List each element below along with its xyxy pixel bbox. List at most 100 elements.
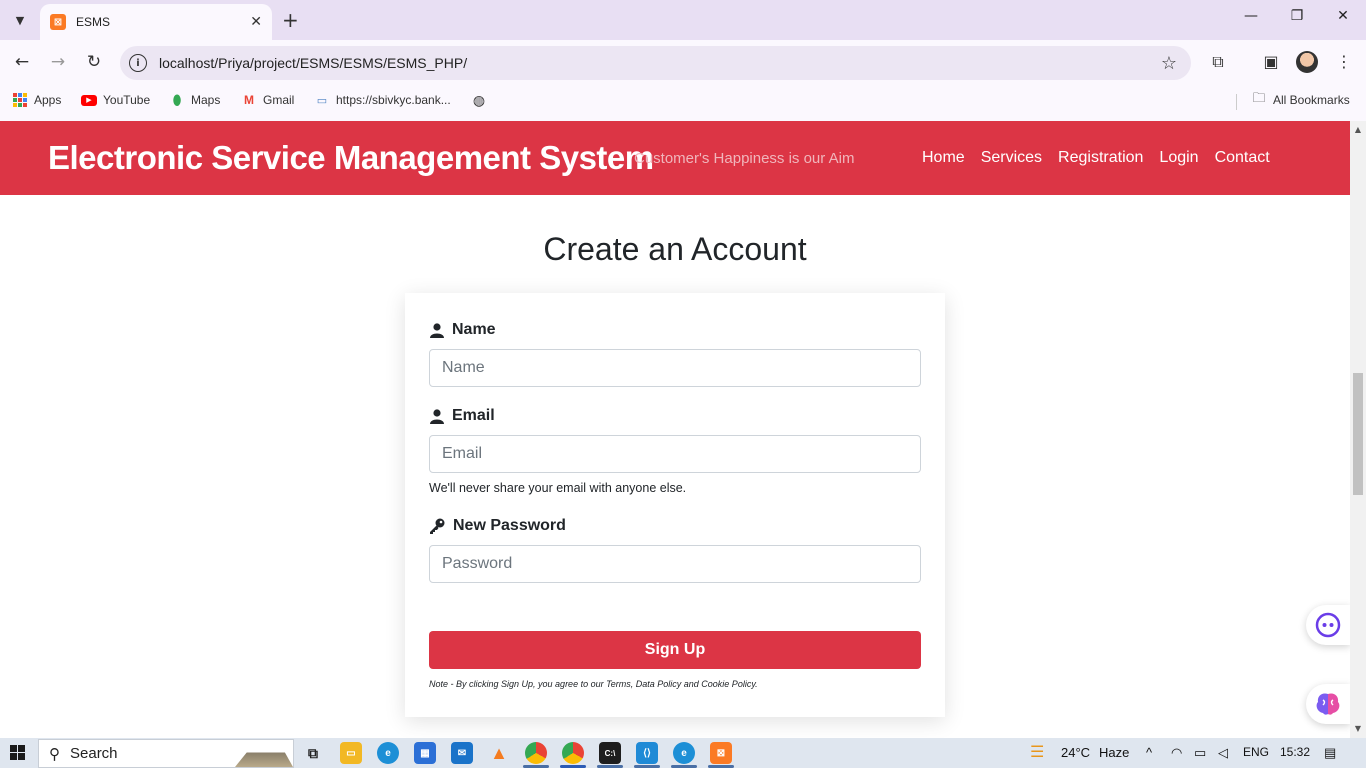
email-input[interactable]: [429, 435, 921, 473]
nav-registration[interactable]: Registration: [1058, 149, 1143, 167]
name-label: Name: [429, 321, 496, 339]
extensions-puzzle-icon[interactable]: ⧉: [1207, 52, 1229, 72]
edge-dev-icon[interactable]: e: [673, 742, 695, 764]
file-explorer-icon[interactable]: ▭: [340, 742, 362, 764]
microsoft-store-icon[interactable]: ▦: [414, 742, 436, 764]
clock-time[interactable]: 15:32: [1280, 745, 1310, 759]
edge-icon[interactable]: e: [377, 742, 399, 764]
browser-tab-strip: ▼ ⊠ ESMS ✕ + — ❐ ✕: [0, 0, 1366, 40]
bookmark-youtube[interactable]: ▶ YouTube: [81, 92, 150, 108]
temperature-text[interactable]: 24°C: [1061, 745, 1090, 760]
nav-home[interactable]: Home: [922, 149, 965, 167]
chrome-profile-icon[interactable]: [562, 742, 584, 764]
browser-toolbar: ← → ↻ i localhost/Priya/project/ESMS/ESM…: [0, 40, 1366, 86]
name-input[interactable]: [429, 349, 921, 387]
all-bookmarks[interactable]: 🗀 All Bookmarks: [1251, 90, 1350, 108]
minimize-icon[interactable]: —: [1228, 8, 1274, 24]
password-input[interactable]: [429, 545, 921, 583]
url-text[interactable]: localhost/Priya/project/ESMS/ESMS/ESMS_P…: [159, 55, 1161, 71]
back-arrow-icon[interactable]: ←: [10, 52, 34, 72]
web-page: Electronic Service Management System Cus…: [0, 121, 1350, 738]
reload-icon[interactable]: ↻: [82, 52, 106, 72]
bookmark-label: Maps: [191, 93, 221, 107]
bookmark-label: https://sbivkyc.bank...: [336, 93, 451, 107]
weather-haze-icon[interactable]: ☰: [1030, 742, 1044, 762]
youtube-icon: ▶: [81, 92, 97, 108]
bookmark-apps[interactable]: Apps: [12, 92, 61, 108]
scroll-up-arrow-icon[interactable]: ▲: [1350, 123, 1366, 137]
weather-text[interactable]: Haze: [1099, 745, 1129, 760]
email-label: Email: [429, 407, 495, 425]
terminal-icon[interactable]: C:\: [599, 742, 621, 764]
nav-services[interactable]: Services: [981, 149, 1042, 167]
tab-search-chevron-down-icon[interactable]: ▼: [8, 8, 32, 32]
notifications-icon[interactable]: ▤: [1324, 745, 1336, 761]
browser-divider: [0, 114, 1366, 121]
battery-icon[interactable]: ▭: [1194, 745, 1206, 761]
scroll-thumb[interactable]: [1353, 373, 1363, 495]
bookmark-label: Apps: [34, 93, 62, 107]
scroll-down-arrow-icon[interactable]: ▼: [1350, 722, 1366, 736]
signup-card: Name Email We'll never share your email …: [405, 293, 945, 717]
apps-grid-icon: [12, 92, 28, 108]
site-nav: Home Services Registration Login Contact: [922, 149, 1270, 167]
address-bar[interactable]: i localhost/Priya/project/ESMS/ESMS/ESMS…: [120, 46, 1191, 80]
close-window-icon[interactable]: ✕: [1320, 8, 1366, 24]
site-header: Electronic Service Management System Cus…: [0, 121, 1350, 195]
windows-taskbar: ⚲ Search ⧉ ▭ e ▦ ✉ ▲ C:\ ⟨⟩ e ⊠ ☰ 24°C H…: [0, 738, 1366, 768]
language-indicator[interactable]: ENG: [1243, 745, 1269, 759]
nav-contact[interactable]: Contact: [1215, 149, 1270, 167]
ai-brain-button[interactable]: [1306, 684, 1350, 724]
xampp-taskbar-icon[interactable]: ⊠: [710, 742, 732, 764]
bookmark-label: YouTube: [103, 93, 151, 107]
speaker-icon[interactable]: ◁: [1218, 745, 1228, 761]
brain-icon: [1316, 693, 1340, 715]
mail-icon[interactable]: ✉: [451, 742, 473, 764]
bookmarks-divider: [1236, 94, 1237, 110]
name-label-text: Name: [452, 321, 496, 338]
user-icon: [429, 408, 444, 424]
menu-kebab-icon[interactable]: ⋮: [1333, 52, 1355, 71]
bookmark-gmail[interactable]: M Gmail: [241, 92, 294, 108]
key-icon: [429, 518, 445, 534]
page-title: Create an Account: [543, 231, 807, 267]
nav-login[interactable]: Login: [1159, 149, 1198, 167]
browser-tab[interactable]: ⊠ ESMS ✕: [40, 4, 272, 40]
bookmark-sbi[interactable]: ▭ https://sbivkyc.bank...: [314, 92, 451, 108]
bookmarks-bar: Apps ▶ YouTube ⬮ Maps M Gmail ▭ https://…: [0, 86, 1366, 114]
chrome-icon[interactable]: [525, 742, 547, 764]
vscode-icon[interactable]: ⟨⟩: [636, 742, 658, 764]
side-panel-icon[interactable]: ▣: [1260, 52, 1282, 71]
taskbar-search-box[interactable]: ⚲ Search: [38, 739, 294, 768]
bookmark-maps[interactable]: ⬮ Maps: [169, 91, 221, 108]
bookmark-globe[interactable]: ◍: [471, 92, 487, 108]
user-icon: [429, 322, 444, 338]
bank-card-icon: ▭: [316, 94, 328, 107]
password-label: New Password: [429, 517, 566, 535]
restore-icon[interactable]: ❐: [1274, 8, 1320, 24]
bookmark-star-icon[interactable]: ☆: [1161, 53, 1177, 74]
chat-assistant-button[interactable]: [1306, 605, 1350, 645]
terms-note: Note - By clicking Sign Up, you agree to…: [429, 679, 758, 689]
site-info-icon[interactable]: i: [129, 54, 147, 72]
forward-arrow-icon[interactable]: →: [46, 52, 70, 72]
gmail-icon: M: [244, 93, 254, 107]
taskbar-search-label: Search: [70, 745, 118, 762]
site-brand[interactable]: Electronic Service Management System: [48, 139, 654, 177]
maps-pin-icon: ⬮: [172, 91, 182, 108]
tab-close-icon[interactable]: ✕: [250, 14, 262, 30]
sign-up-button[interactable]: Sign Up: [429, 631, 921, 669]
vlc-icon[interactable]: ▲: [488, 742, 510, 764]
all-bookmarks-label: All Bookmarks: [1273, 93, 1350, 107]
email-label-text: Email: [452, 407, 495, 424]
page-scrollbar[interactable]: ▲ ▼: [1350, 121, 1366, 738]
wifi-icon[interactable]: ◠: [1171, 745, 1182, 761]
chevron-up-icon[interactable]: ^: [1146, 745, 1152, 760]
windows-start-icon[interactable]: [10, 745, 25, 760]
search-icon: ⚲: [49, 745, 60, 763]
password-label-text: New Password: [453, 517, 566, 534]
new-tab-plus-icon[interactable]: +: [282, 9, 299, 31]
task-view-icon[interactable]: ⧉: [302, 742, 324, 764]
profile-avatar[interactable]: [1296, 51, 1318, 73]
globe-icon: ◍: [472, 91, 486, 108]
